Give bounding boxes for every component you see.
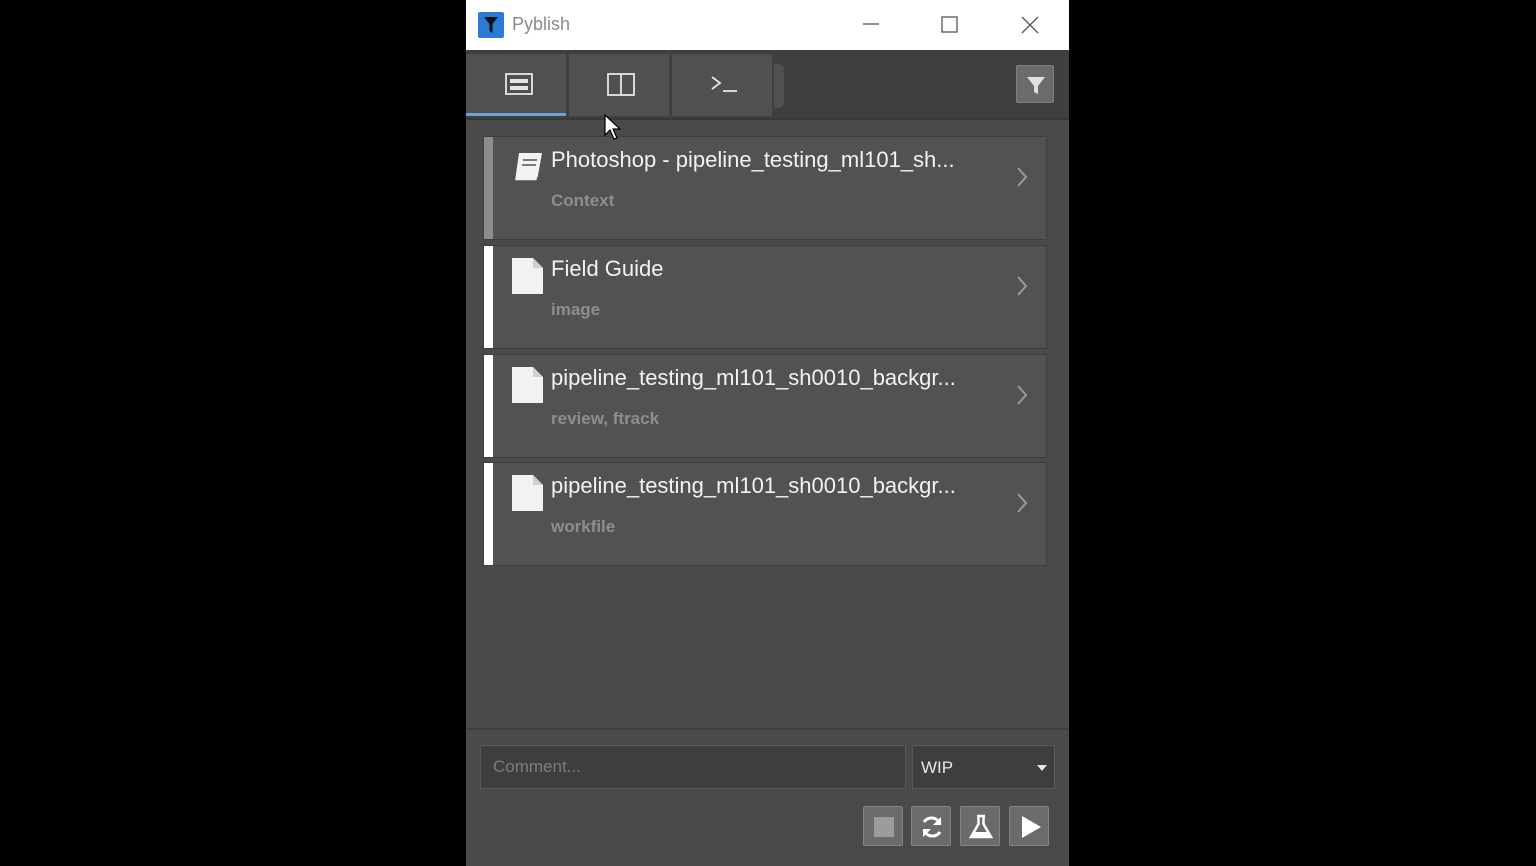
item-family: Context <box>551 191 615 210</box>
filter-button[interactable] <box>1016 65 1054 103</box>
item-title: pipeline_testing_ml101_sh0010_backgr... <box>551 473 956 498</box>
refresh-icon <box>922 816 942 838</box>
list-item[interactable]: pipeline_testing_ml101_sh0010_backgr... … <box>483 354 1047 458</box>
chevron-right-icon[interactable] <box>1014 165 1030 189</box>
status-bar <box>484 463 493 565</box>
comment-input[interactable] <box>480 745 906 789</box>
validate-button[interactable] <box>960 806 1000 846</box>
mouse-cursor-icon <box>604 114 622 140</box>
file-icon <box>512 258 543 294</box>
chevron-right-icon[interactable] <box>1014 274 1030 298</box>
status-bar <box>484 137 493 239</box>
list-item[interactable]: pipeline_testing_ml101_sh0010_backgr... … <box>483 462 1047 566</box>
title-bar: Pyblish <box>466 0 1069 50</box>
file-icon <box>512 367 543 403</box>
footer-panel: WIP <box>466 728 1069 866</box>
pyblish-window: Pyblish Photoshop - pipeline_testing_ml1… <box>466 0 1069 866</box>
minimize-button[interactable] <box>846 0 896 50</box>
stop-icon <box>874 817 894 837</box>
list-item[interactable]: Photoshop - pipeline_testing_ml101_sh...… <box>483 136 1047 240</box>
chevron-right-icon[interactable] <box>1014 491 1030 515</box>
filter-icon <box>1027 77 1045 94</box>
window-title: Pyblish <box>512 14 571 34</box>
item-family: workfile <box>551 517 616 536</box>
play-icon <box>1022 816 1041 838</box>
terminal-icon <box>711 76 737 92</box>
tab-overview[interactable] <box>466 54 566 116</box>
caret-down-icon <box>1037 765 1047 771</box>
pyblish-logo-icon <box>478 12 504 38</box>
book-icon <box>515 153 542 182</box>
instance-list: Photoshop - pipeline_testing_ml101_sh...… <box>466 120 1069 728</box>
close-button[interactable] <box>1005 0 1055 50</box>
reset-button[interactable] <box>911 806 951 846</box>
tab-split-view[interactable] <box>569 54 669 116</box>
tab-terminal[interactable] <box>672 54 772 116</box>
item-title: pipeline_testing_ml101_sh0010_backgr... <box>551 365 956 390</box>
status-bar <box>484 355 493 457</box>
chevron-right-icon[interactable] <box>1014 383 1030 407</box>
list-item[interactable]: Field Guide image <box>483 245 1047 349</box>
variant-select[interactable]: WIP <box>912 745 1055 789</box>
stop-button[interactable] <box>863 806 903 846</box>
tab-toolbar <box>466 50 1069 120</box>
item-title: Photoshop - pipeline_testing_ml101_sh... <box>551 147 955 172</box>
item-family: image <box>551 300 601 319</box>
flask-icon <box>968 814 994 839</box>
maximize-button[interactable] <box>925 0 975 50</box>
file-icon <box>512 475 543 511</box>
publish-button[interactable] <box>1009 806 1049 846</box>
item-title: Field Guide <box>551 256 664 281</box>
split-view-icon <box>607 73 635 96</box>
overview-icon <box>505 73 533 95</box>
status-bar <box>484 246 493 348</box>
tab-overflow <box>774 64 784 108</box>
item-family: review, ftrack <box>551 409 660 428</box>
variant-select-value: WIP <box>921 758 954 777</box>
